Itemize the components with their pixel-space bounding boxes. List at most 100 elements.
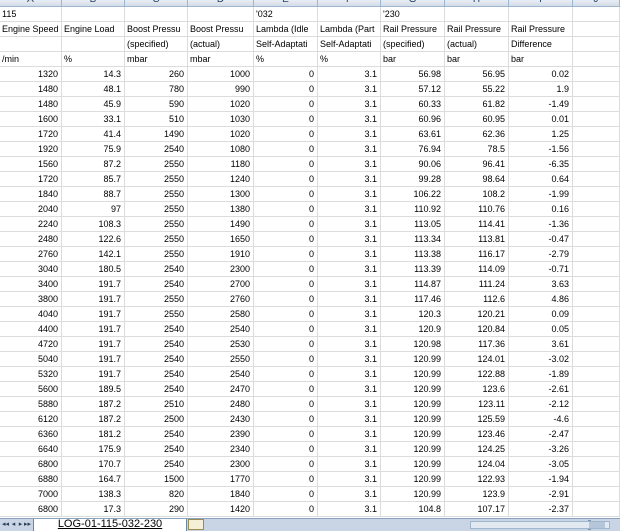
cell-b15[interactable]: 108.3: [62, 217, 125, 232]
cell-j34[interactable]: [573, 502, 620, 517]
insert-sheet-icon[interactable]: [188, 519, 204, 530]
cell-j27[interactable]: [573, 397, 620, 412]
cell-a12[interactable]: 1720: [0, 172, 62, 187]
sheet-tab-active[interactable]: LOG-01-115-032-230: [33, 519, 187, 531]
cell-c18[interactable]: 2540: [125, 262, 188, 277]
cell-c21[interactable]: 2550: [125, 307, 188, 322]
cell-i26[interactable]: -2.61: [509, 382, 573, 397]
cell-a20[interactable]: 3800: [0, 292, 62, 307]
cell-g3[interactable]: (specified): [381, 37, 445, 52]
cell-e4[interactable]: %: [254, 52, 318, 67]
cell-d32[interactable]: 1770: [188, 472, 254, 487]
cell-c4[interactable]: mbar: [125, 52, 188, 67]
cell-b19[interactable]: 191.7: [62, 277, 125, 292]
cell-b25[interactable]: 191.7: [62, 367, 125, 382]
cell-a26[interactable]: 5600: [0, 382, 62, 397]
cell-c12[interactable]: 2550: [125, 172, 188, 187]
cell-c30[interactable]: 2540: [125, 442, 188, 457]
cell-j24[interactable]: [573, 352, 620, 367]
cell-b1[interactable]: [62, 7, 125, 22]
cell-g10[interactable]: 76.94: [381, 142, 445, 157]
cell-h28[interactable]: 125.59: [445, 412, 509, 427]
cell-i12[interactable]: 0.64: [509, 172, 573, 187]
cell-g23[interactable]: 120.98: [381, 337, 445, 352]
cell-g21[interactable]: 120.3: [381, 307, 445, 322]
cell-j5[interactable]: [573, 67, 620, 82]
cell-e3[interactable]: Self-Adaptati: [254, 37, 318, 52]
cell-d24[interactable]: 2550: [188, 352, 254, 367]
cell-h29[interactable]: 123.46: [445, 427, 509, 442]
cell-d20[interactable]: 2760: [188, 292, 254, 307]
cell-e8[interactable]: 0: [254, 112, 318, 127]
cell-f10[interactable]: 3.1: [318, 142, 381, 157]
scroll-thumb[interactable]: [589, 522, 605, 528]
column-header-e[interactable]: E: [254, 0, 318, 6]
cell-j8[interactable]: [573, 112, 620, 127]
cell-i31[interactable]: -3.05: [509, 457, 573, 472]
cell-f14[interactable]: 3.1: [318, 202, 381, 217]
cell-a2[interactable]: Engine Speed: [0, 22, 62, 37]
cell-g16[interactable]: 113.34: [381, 232, 445, 247]
cell-b5[interactable]: 14.3: [62, 67, 125, 82]
cell-f33[interactable]: 3.1: [318, 487, 381, 502]
cell-h4[interactable]: bar: [445, 52, 509, 67]
cell-c14[interactable]: 2550: [125, 202, 188, 217]
cell-b8[interactable]: 33.1: [62, 112, 125, 127]
cell-j20[interactable]: [573, 292, 620, 307]
cell-j12[interactable]: [573, 172, 620, 187]
cell-a17[interactable]: 2760: [0, 247, 62, 262]
column-header-g[interactable]: G: [381, 0, 445, 6]
cell-i10[interactable]: -1.56: [509, 142, 573, 157]
cell-f12[interactable]: 3.1: [318, 172, 381, 187]
cell-g19[interactable]: 114.87: [381, 277, 445, 292]
cell-c16[interactable]: 2550: [125, 232, 188, 247]
cell-g8[interactable]: 60.96: [381, 112, 445, 127]
cell-g18[interactable]: 113.39: [381, 262, 445, 277]
cell-h27[interactable]: 123.11: [445, 397, 509, 412]
cell-g15[interactable]: 113.05: [381, 217, 445, 232]
column-header-a[interactable]: A: [0, 0, 62, 6]
cell-j18[interactable]: [573, 262, 620, 277]
cell-e28[interactable]: 0: [254, 412, 318, 427]
cell-d28[interactable]: 2430: [188, 412, 254, 427]
cell-g31[interactable]: 120.99: [381, 457, 445, 472]
cell-e7[interactable]: 0: [254, 97, 318, 112]
cell-c20[interactable]: 2550: [125, 292, 188, 307]
cell-c32[interactable]: 1500: [125, 472, 188, 487]
cell-d17[interactable]: 1910: [188, 247, 254, 262]
cell-c26[interactable]: 2540: [125, 382, 188, 397]
cell-d3[interactable]: (actual): [188, 37, 254, 52]
cell-d16[interactable]: 1650: [188, 232, 254, 247]
horizontal-scrollbar[interactable]: [470, 521, 610, 529]
cell-c5[interactable]: 260: [125, 67, 188, 82]
cell-a5[interactable]: 1320: [0, 67, 62, 82]
cell-f4[interactable]: %: [318, 52, 381, 67]
cell-a22[interactable]: 4400: [0, 322, 62, 337]
cell-h20[interactable]: 112.6: [445, 292, 509, 307]
cell-j28[interactable]: [573, 412, 620, 427]
cell-c10[interactable]: 2540: [125, 142, 188, 157]
cell-i21[interactable]: 0.09: [509, 307, 573, 322]
cell-e5[interactable]: 0: [254, 67, 318, 82]
cell-h25[interactable]: 122.88: [445, 367, 509, 382]
cell-f16[interactable]: 3.1: [318, 232, 381, 247]
cell-f29[interactable]: 3.1: [318, 427, 381, 442]
cell-j9[interactable]: [573, 127, 620, 142]
cell-j10[interactable]: [573, 142, 620, 157]
cell-b27[interactable]: 187.2: [62, 397, 125, 412]
cell-b2[interactable]: Engine Load: [62, 22, 125, 37]
cell-d33[interactable]: 1840: [188, 487, 254, 502]
cell-f20[interactable]: 3.1: [318, 292, 381, 307]
cell-h5[interactable]: 56.95: [445, 67, 509, 82]
cell-b22[interactable]: 191.7: [62, 322, 125, 337]
cell-h32[interactable]: 122.93: [445, 472, 509, 487]
cell-c24[interactable]: 2540: [125, 352, 188, 367]
cell-c2[interactable]: Boost Pressu: [125, 22, 188, 37]
cell-g25[interactable]: 120.99: [381, 367, 445, 382]
cell-a16[interactable]: 2480: [0, 232, 62, 247]
cell-j4[interactable]: [573, 52, 620, 67]
cell-b34[interactable]: 17.3: [62, 502, 125, 517]
cell-e33[interactable]: 0: [254, 487, 318, 502]
cell-i24[interactable]: -3.02: [509, 352, 573, 367]
cell-b13[interactable]: 88.7: [62, 187, 125, 202]
